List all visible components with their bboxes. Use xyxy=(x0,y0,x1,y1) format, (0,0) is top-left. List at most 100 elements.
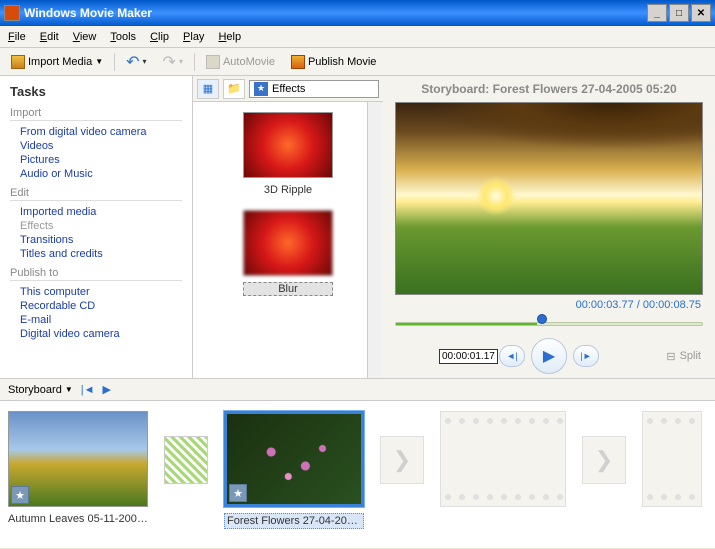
effect-label: 3D Ripple xyxy=(243,184,333,196)
task-publish-dvcam[interactable]: Digital video camera xyxy=(10,327,182,341)
storyboard-track[interactable]: ★ Autumn Leaves 05-11-2005... ★ Forest F… xyxy=(0,401,715,549)
menu-clip[interactable]: Clip xyxy=(150,31,169,43)
empty-clip-slot[interactable] xyxy=(642,411,702,507)
import-media-button[interactable]: Import Media ▼ xyxy=(6,53,108,71)
split-icon: ⊟ xyxy=(666,350,675,363)
publish-label: Publish Movie xyxy=(308,56,376,68)
section-publish: Publish to xyxy=(10,267,182,281)
task-titles[interactable]: Titles and credits xyxy=(10,247,182,261)
collection-dropdown[interactable]: ★ Effects xyxy=(249,80,379,98)
maximize-button[interactable]: □ xyxy=(669,4,689,22)
star-icon: ★ xyxy=(254,82,268,96)
preview-pane: Storyboard: Forest Flowers 27-04-2005 05… xyxy=(383,76,715,378)
seek-handle[interactable] xyxy=(537,314,547,324)
divider xyxy=(114,53,115,71)
collection-toolbar: ▦ 📁 ★ Effects xyxy=(193,76,383,102)
view-folders-button[interactable]: 📁 xyxy=(223,79,245,99)
seek-bar[interactable] xyxy=(395,317,703,330)
transition-empty-slot[interactable] xyxy=(582,436,626,484)
transition-slot[interactable] xyxy=(164,436,208,484)
scrollbar[interactable] xyxy=(367,102,383,378)
effect-label: Blur xyxy=(243,282,333,296)
task-import-camera[interactable]: From digital video camera xyxy=(10,125,182,139)
storyboard-label: Storyboard xyxy=(8,384,62,396)
effect-thumbnail xyxy=(243,112,333,178)
task-publish-email[interactable]: E-mail xyxy=(10,313,182,327)
collection-items: 3D Ripple Blur xyxy=(193,102,383,378)
import-label: Import Media xyxy=(28,56,92,68)
view-thumbnails-button[interactable]: ▦ xyxy=(197,79,219,99)
prev-frame-button[interactable]: ◄| xyxy=(499,345,525,367)
menu-file[interactable]: File xyxy=(8,31,26,43)
divider xyxy=(194,53,195,71)
menu-help[interactable]: Help xyxy=(218,31,241,43)
preview-title: Storyboard: Forest Flowers 27-04-2005 05… xyxy=(383,76,715,102)
window-title: Windows Movie Maker xyxy=(24,6,647,20)
transition-thumbnail xyxy=(164,436,208,484)
collection-pane: ▦ 📁 ★ Effects 3D Ripple Blur xyxy=(192,76,383,378)
section-edit: Edit xyxy=(10,187,182,201)
storyboard-header: Storyboard ▼ |◄ ▶ xyxy=(0,379,715,401)
sb-rewind-button[interactable]: |◄ xyxy=(81,384,95,396)
titlebar: Windows Movie Maker _ □ ✕ xyxy=(0,0,715,26)
section-import: Import xyxy=(10,107,182,121)
close-button[interactable]: ✕ xyxy=(691,4,711,22)
tasks-pane: Tasks Import From digital video camera V… xyxy=(0,76,192,378)
storyboard-clip-selected[interactable]: ★ Forest Flowers 27-04-2005 ... xyxy=(224,411,364,529)
thumbnails-icon: ▦ xyxy=(203,82,213,95)
publish-icon xyxy=(291,55,305,69)
effect-indicator-icon: ★ xyxy=(11,486,29,504)
import-icon xyxy=(11,55,25,69)
dropdown-arrow-icon: ▼ xyxy=(65,385,73,394)
redo-button[interactable]: ↷▾ xyxy=(158,50,188,74)
playback-controls: 00:00:01.17 ◄| ▶ |► ⊟ Split xyxy=(383,334,715,378)
storyboard-clip[interactable]: ★ Autumn Leaves 05-11-2005... xyxy=(8,411,148,525)
task-import-pictures[interactable]: Pictures xyxy=(10,153,182,167)
task-publish-cd[interactable]: Recordable CD xyxy=(10,299,182,313)
effect-item[interactable]: Blur xyxy=(243,210,333,296)
dropdown-arrow-icon: ▼ xyxy=(95,57,103,66)
play-button[interactable]: ▶ xyxy=(531,338,567,374)
split-label: Split xyxy=(680,350,701,362)
publish-button[interactable]: Publish Movie xyxy=(286,53,381,71)
tasks-heading: Tasks xyxy=(10,84,182,99)
undo-button[interactable]: ↶▾ xyxy=(121,50,151,74)
clip-thumbnail: ★ xyxy=(224,411,364,507)
sb-play-button[interactable]: ▶ xyxy=(102,383,110,396)
storyboard-pane: Storyboard ▼ |◄ ▶ ★ Autumn Leaves 05-11-… xyxy=(0,378,715,548)
menubar: File Edit View Tools Clip Play Help xyxy=(0,26,715,48)
next-frame-button[interactable]: |► xyxy=(573,345,599,367)
automovie-label: AutoMovie xyxy=(223,56,275,68)
effect-thumbnail xyxy=(243,210,333,276)
collection-dropdown-label: Effects xyxy=(272,83,305,95)
task-transitions[interactable]: Transitions xyxy=(10,233,182,247)
menu-edit[interactable]: Edit xyxy=(40,31,59,43)
timecode-display: 00:00:01.17 xyxy=(439,349,498,364)
empty-clip-slot[interactable] xyxy=(440,411,566,507)
clip-label: Autumn Leaves 05-11-2005... xyxy=(8,513,148,525)
task-publish-computer[interactable]: This computer xyxy=(10,285,182,299)
menu-view[interactable]: View xyxy=(73,31,97,43)
preview-monitor xyxy=(395,102,703,295)
effect-indicator-icon: ★ xyxy=(229,484,247,502)
clip-label: Forest Flowers 27-04-2005 ... xyxy=(224,513,364,529)
preview-image xyxy=(396,103,702,294)
toolbar: Import Media ▼ ↶▾ ↷▾ AutoMovie Publish M… xyxy=(0,48,715,76)
task-imported-media[interactable]: Imported media xyxy=(10,205,182,219)
task-import-videos[interactable]: Videos xyxy=(10,139,182,153)
task-effects[interactable]: Effects xyxy=(10,219,182,233)
split-button[interactable]: ⊟ Split xyxy=(666,350,701,363)
app-icon xyxy=(4,5,20,21)
timeline-view-dropdown[interactable]: Storyboard ▼ xyxy=(8,384,73,396)
minimize-button[interactable]: _ xyxy=(647,4,667,22)
effect-item[interactable]: 3D Ripple xyxy=(243,112,333,196)
automovie-button[interactable]: AutoMovie xyxy=(201,53,280,71)
task-import-audio[interactable]: Audio or Music xyxy=(10,167,182,181)
folder-icon: 📁 xyxy=(227,82,241,95)
menu-tools[interactable]: Tools xyxy=(110,31,136,43)
menu-play[interactable]: Play xyxy=(183,31,204,43)
clip-thumbnail: ★ xyxy=(8,411,148,507)
automovie-icon xyxy=(206,55,220,69)
transition-empty-slot[interactable] xyxy=(380,436,424,484)
preview-time-display: 00:00:03.77 / 00:00:08.75 xyxy=(383,295,715,315)
